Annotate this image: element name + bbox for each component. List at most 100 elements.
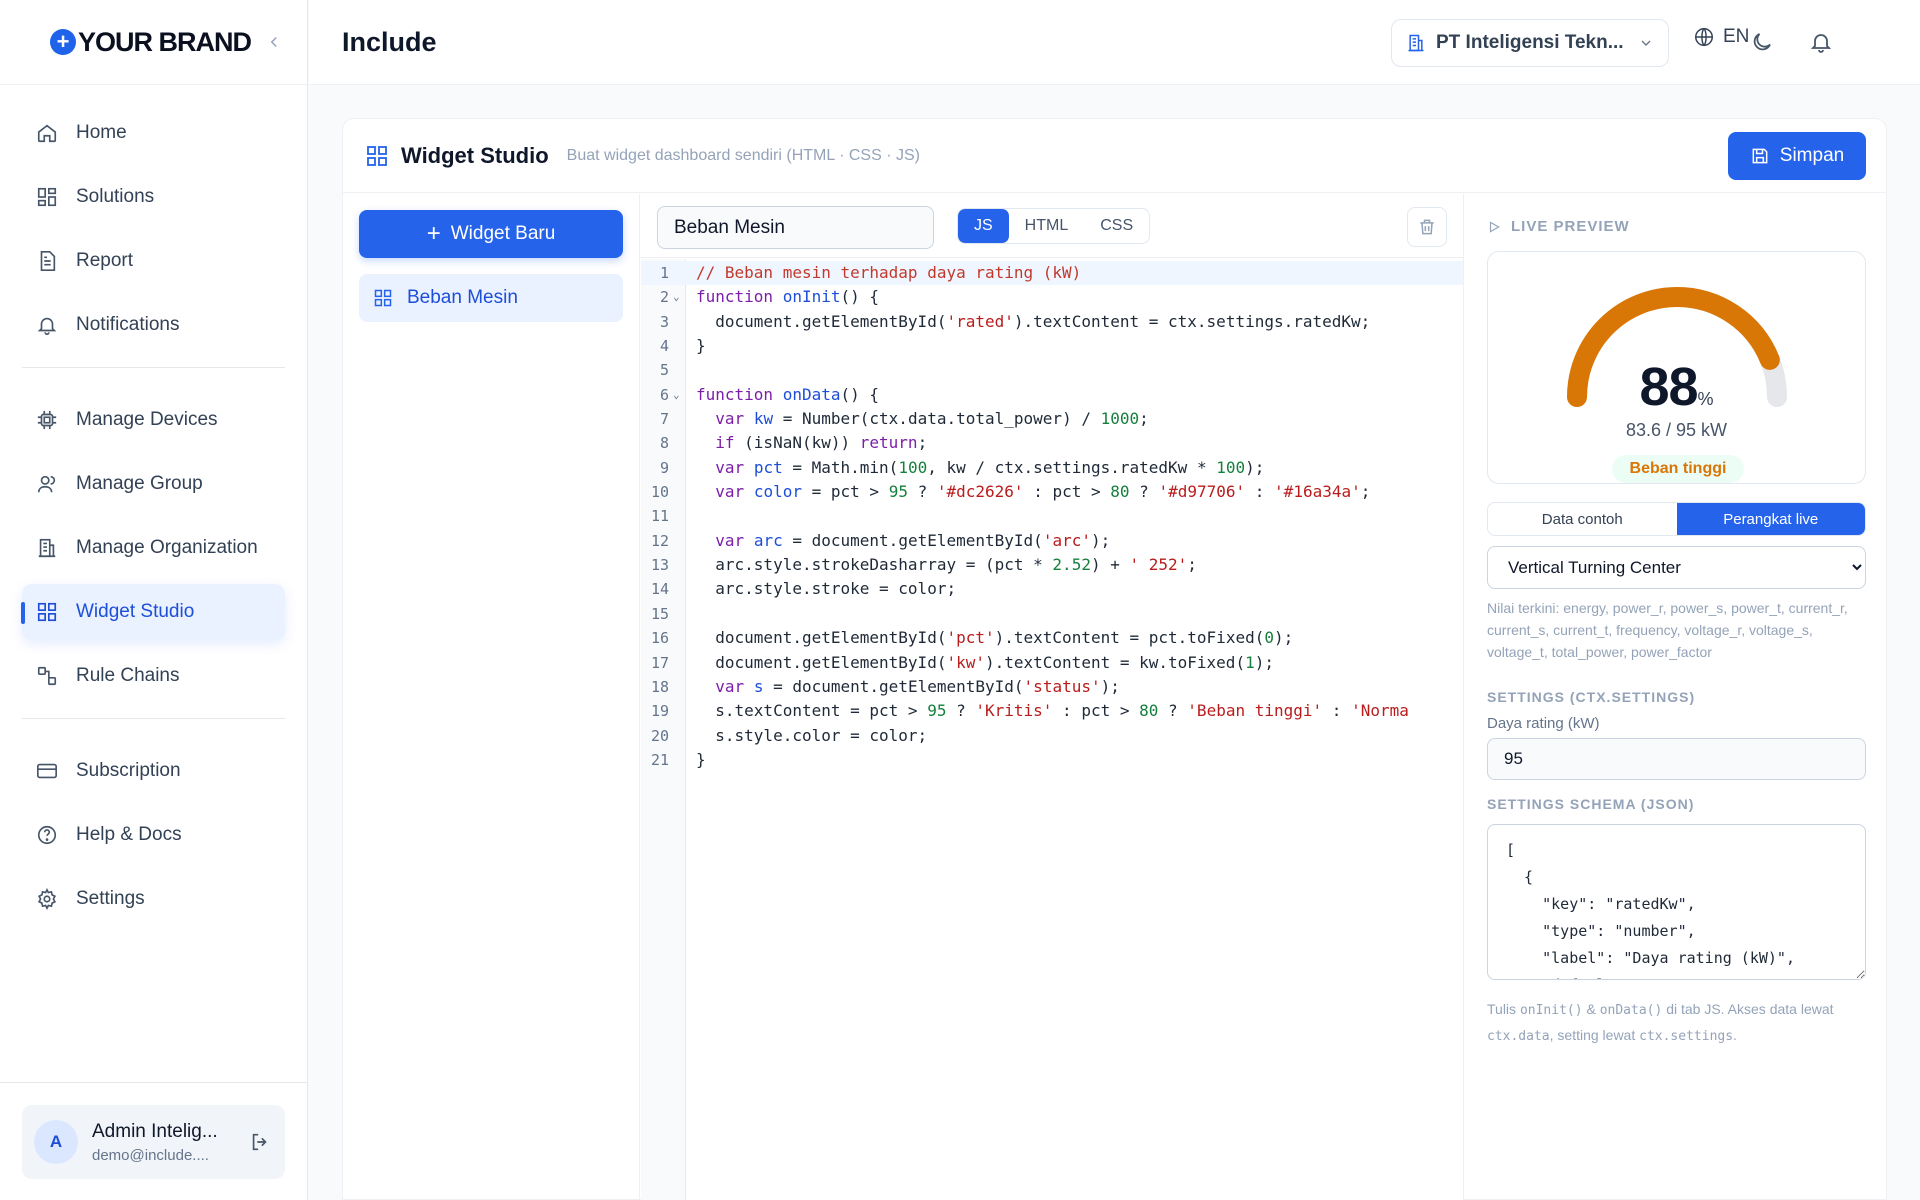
sidebar-item-home[interactable]: Home	[22, 105, 285, 161]
rating-input[interactable]	[1487, 738, 1866, 780]
fold-chevron-icon[interactable]: ⌄	[673, 285, 680, 309]
code-text: function onData() {	[696, 384, 880, 404]
brand-name: YOUR BRAND	[78, 26, 252, 57]
tab-js[interactable]: JS	[958, 209, 1009, 243]
gauge-percent: 88	[1639, 357, 1698, 417]
brand-logo[interactable]: + YOUR BRAND	[50, 26, 252, 58]
chip-icon	[37, 410, 57, 430]
sidebar-item-manage-organization[interactable]: Manage Organization	[22, 520, 285, 576]
new-widget-button[interactable]: + Widget Baru	[359, 210, 623, 258]
delete-widget-button[interactable]	[1407, 207, 1447, 247]
device-select[interactable]: Vertical Turning Center	[1487, 546, 1866, 589]
widget-list-panel: + Widget Baru Beban Mesin	[343, 194, 640, 1200]
brand-plus-icon: +	[50, 29, 76, 55]
code-text: document.getElementById('pct').textConte…	[696, 628, 1294, 648]
code-line: 2 ⌄ function onInit() {	[641, 285, 1463, 309]
language-label: EN	[1723, 26, 1750, 47]
live-preview-label: LIVE PREVIEW	[1511, 218, 1630, 235]
sidebar-item-label: Home	[76, 122, 127, 143]
trash-icon	[1420, 219, 1434, 235]
code-area[interactable]: 1 // Beban mesin terhadap daya rating (kW…	[641, 259, 1463, 1200]
bell-icon	[37, 317, 57, 335]
widget-icon	[374, 289, 392, 307]
code-text: var color = pct > 95 ? '#dc2626' : pct >…	[715, 482, 1371, 502]
live-device-button[interactable]: Perangkat live	[1676, 503, 1865, 535]
widget-studio-card: Widget Studio Buat widget dashboard send…	[342, 118, 1887, 1200]
code-line: 13 arc.style.strokeDasharray = (pct * 2.…	[641, 553, 1463, 577]
sidebar-item-widget-studio[interactable]: Widget Studio	[21, 584, 285, 640]
card-icon	[37, 763, 57, 779]
footnote-code: onInit()	[1519, 1003, 1583, 1018]
line-number: 7	[659, 410, 669, 429]
sidebar-item-manage-group[interactable]: Manage Group	[22, 456, 285, 512]
sidebar-item-notifications[interactable]: Notifications	[22, 297, 285, 353]
card-header: Widget Studio Buat widget dashboard send…	[343, 119, 1886, 193]
status-badge: Beban tinggi	[1612, 455, 1744, 483]
code-line: 19 s.textContent = pct > 95 ? 'Kritis' :…	[641, 699, 1463, 723]
language-tabs: JS HTML CSS	[957, 208, 1151, 244]
sidebar-item-help-docs[interactable]: Help & Docs	[22, 807, 285, 863]
building-icon	[1408, 34, 1424, 52]
tab-html[interactable]: HTML	[1009, 209, 1085, 243]
document-icon	[40, 251, 56, 271]
gauge-widget: 88% 83.6 / 95 kW Beban tinggi	[1487, 251, 1866, 484]
brand-row: + YOUR BRAND	[0, 0, 307, 85]
sidebar-item-label: Manage Group	[76, 473, 203, 494]
language-switcher[interactable]: EN	[1693, 26, 1749, 48]
code-line: 5	[641, 358, 1463, 382]
home-icon	[37, 124, 57, 143]
code-text: arc.style.strokeDasharray = (pct * 2.52)…	[696, 555, 1197, 575]
line-number: 17	[650, 653, 669, 672]
footnote-text: &	[1582, 1001, 1600, 1017]
organization-select[interactable]: PT Inteligensi Tekn...	[1391, 19, 1669, 67]
widget-list-item-label: Beban Mesin	[407, 287, 518, 308]
code-line: 21}	[641, 748, 1463, 772]
code-line: 12 var arc = document.getElementById('ar…	[641, 529, 1463, 553]
sidebar-item-subscription[interactable]: Subscription	[22, 743, 285, 799]
sidebar-item-report[interactable]: Report	[22, 233, 285, 289]
code-text: if (isNaN(kw)) return;	[715, 433, 928, 453]
sidebar-item-settings[interactable]: Settings	[22, 871, 285, 927]
sidebar-item-label: Rule Chains	[76, 665, 180, 686]
play-icon	[1489, 220, 1500, 233]
code-line: 4}	[641, 334, 1463, 358]
footnote-text: Tulis	[1487, 1001, 1520, 1017]
code-lines: 1 // Beban mesin terhadap daya rating (kW…	[641, 259, 1463, 772]
bell-icon[interactable]	[1809, 30, 1833, 54]
nav-divider	[22, 367, 285, 368]
fold-chevron-icon[interactable]: ⌄	[673, 383, 680, 407]
save-button[interactable]: Simpan	[1728, 132, 1866, 180]
moon-icon[interactable]	[1750, 30, 1774, 54]
topbar: Include PT Inteligensi Tekn... EN	[309, 0, 1920, 85]
code-line: 3 document.getElementById('rated').textC…	[641, 310, 1463, 334]
studio-subtitle: Buat widget dashboard sendiri (HTML · CS…	[566, 146, 920, 164]
live-preview-heading: LIVE PREVIEW	[1487, 218, 1866, 235]
schema-heading: SETTINGS SCHEMA (JSON)	[1487, 796, 1695, 812]
values-hint: Nilai terkini: energy, power_r, power_s,…	[1487, 600, 1848, 660]
code-text: // Beban mesin terhadap daya rating (kW)	[696, 263, 1082, 282]
logout-icon[interactable]	[249, 1131, 271, 1153]
sidebar-item-rule-chains[interactable]: Rule Chains	[22, 648, 285, 704]
sidebar-item-manage-devices[interactable]: Manage Devices	[22, 392, 285, 448]
schema-editor[interactable]: [ { "key": "ratedKw", "type": "number", …	[1487, 824, 1866, 980]
tab-css[interactable]: CSS	[1084, 209, 1149, 243]
line-number: 13	[650, 556, 669, 575]
editor-toolbar: JS HTML CSS	[641, 194, 1463, 258]
code-line: 20 s.style.color = color;	[641, 724, 1463, 748]
widget-name-input[interactable]	[657, 206, 934, 249]
sample-data-button[interactable]: Data contoh	[1488, 503, 1677, 535]
code-text: document.getElementById('kw').textConten…	[696, 652, 1274, 672]
code-line: 15	[641, 602, 1463, 626]
user-card[interactable]: A Admin Intelig... demo@include....	[22, 1105, 285, 1179]
line-number: 21	[650, 750, 669, 769]
widget-list-item[interactable]: Beban Mesin	[359, 274, 623, 322]
sidebar-item-label: Notifications	[76, 314, 180, 335]
new-widget-label: Widget Baru	[450, 223, 556, 244]
chevron-left-icon[interactable]	[265, 33, 283, 51]
line-number: 10	[650, 483, 669, 502]
data-source-toggle: Data contoh Perangkat live	[1487, 502, 1866, 536]
footnote-text: , setting lewat	[1549, 1027, 1640, 1043]
page-title: Include	[342, 26, 437, 57]
sidebar-item-solutions[interactable]: Solutions	[22, 169, 285, 225]
line-number: 20	[650, 726, 669, 745]
